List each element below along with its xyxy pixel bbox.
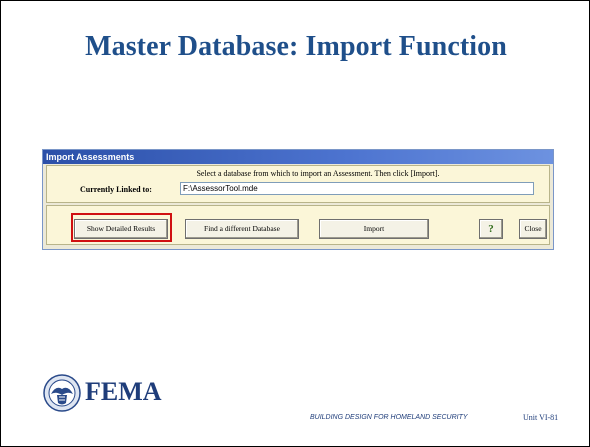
instruction-text: Select a database from which to import a…: [196, 169, 440, 178]
find-database-button[interactable]: Find a different Database: [185, 219, 299, 239]
help-icon: ?: [488, 223, 494, 235]
course-title: BUILDING DESIGN FOR HOMELAND SECURITY: [310, 414, 468, 421]
help-button[interactable]: ?: [479, 219, 503, 239]
import-assessments-dialog: Import Assessments Select a database fro…: [42, 149, 554, 250]
dialog-titlebar: Import Assessments: [43, 150, 553, 164]
fema-wordmark: FEMA: [85, 377, 162, 406]
currently-linked-label: Currently Linked to:: [80, 185, 152, 194]
close-button[interactable]: Close: [519, 219, 547, 239]
show-detailed-results-button[interactable]: Show Detailed Results: [74, 219, 168, 239]
fema-logo: FEMA: [43, 374, 183, 414]
import-button[interactable]: Import: [319, 219, 429, 239]
unit-number: Unit VI-81: [523, 413, 559, 422]
slide-title: Master Database: Import Function: [85, 31, 507, 62]
button-bar: Show Detailed Results Find a different D…: [46, 205, 550, 245]
linked-database-field[interactable]: F:\AssessorTool.mde: [180, 182, 534, 195]
dhs-seal-icon: [43, 374, 81, 412]
slide: Master Database: Import Function Import …: [0, 0, 590, 447]
dialog-body: Select a database from which to import a…: [46, 165, 550, 203]
